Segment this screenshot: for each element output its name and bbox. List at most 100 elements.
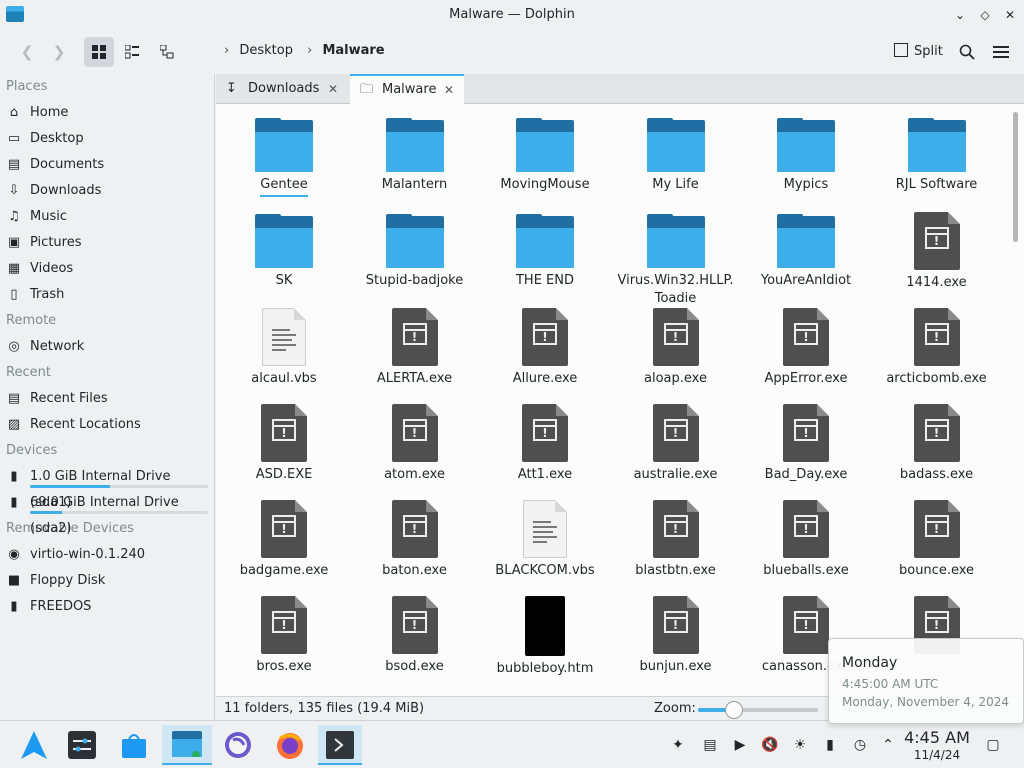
sidebar-item-videos[interactable]: ▦ Videos bbox=[0, 256, 214, 282]
sidebar-item-recent-locations[interactable]: ▨ Recent Locations bbox=[0, 412, 214, 438]
file-item[interactable]: 1414.exe bbox=[877, 212, 997, 292]
sidebar-item-floppy-disk[interactable]: ■ Floppy Disk bbox=[0, 568, 214, 594]
file-item[interactable]: ALERTA.exe bbox=[355, 308, 475, 388]
disk-usage-fill bbox=[30, 511, 63, 514]
sidebar-item-virtio-win-0-1-240[interactable]: ◉ virtio-win-0.1.240 bbox=[0, 542, 214, 568]
file-item[interactable]: badgame.exe bbox=[224, 500, 344, 580]
scrollbar-thumb[interactable] bbox=[1013, 112, 1018, 242]
back-button[interactable]: ❮ bbox=[12, 37, 42, 67]
folder-item[interactable]: RJL Software bbox=[877, 118, 997, 194]
folder-item[interactable]: Virus.Win32.HLLP. Toadie bbox=[616, 214, 736, 308]
file-item[interactable]: arcticbomb.exe bbox=[877, 308, 997, 388]
sidebar-item-pictures[interactable]: ▣ Pictures bbox=[0, 230, 214, 256]
file-item[interactable]: BLACKCOM.vbs bbox=[485, 500, 605, 580]
file-name-label: Mypics bbox=[783, 177, 829, 192]
sidebar-item-label: Recent Locations bbox=[30, 417, 141, 432]
file-item[interactable]: ASD.EXE bbox=[224, 404, 344, 484]
firefox-icon[interactable] bbox=[268, 725, 312, 765]
folder-item[interactable]: THE END bbox=[485, 214, 605, 290]
folder-item[interactable]: MovingMouse bbox=[485, 118, 605, 194]
sidebar-item-freedos[interactable]: ▮ FREEDOS bbox=[0, 594, 214, 620]
executable-icon bbox=[913, 500, 960, 558]
web-browser-icon[interactable] bbox=[216, 725, 260, 765]
sidebar-item-home[interactable]: ⌂ Home bbox=[0, 100, 214, 126]
file-item[interactable]: Allure.exe bbox=[485, 308, 605, 388]
sidebar-item-1-0-gib-internal-drive-sda1[interactable]: ▮ 1.0 GiB Internal Drive (sda1) bbox=[0, 464, 214, 510]
network-status-icon[interactable]: ◷ bbox=[850, 735, 870, 755]
breadcrumb-desktop[interactable]: Desktop bbox=[239, 43, 293, 58]
file-item[interactable]: bsod.exe bbox=[355, 596, 475, 676]
battery-icon[interactable]: ▮ bbox=[820, 735, 840, 755]
file-item[interactable]: AppError.exe bbox=[746, 308, 866, 388]
file-name-label: THE END bbox=[515, 273, 574, 288]
folder-item[interactable]: Malantern bbox=[355, 118, 475, 194]
folder-item[interactable]: Mypics bbox=[746, 118, 866, 194]
file-item[interactable]: bounce.exe bbox=[877, 500, 997, 580]
search-button[interactable] bbox=[952, 37, 982, 67]
downloads-icon: ⇩ bbox=[8, 183, 20, 198]
folder-item[interactable]: My Life bbox=[616, 118, 736, 194]
file-item[interactable]: aloap.exe bbox=[616, 308, 736, 388]
tooltip-time: 4:45:00 AM UTC bbox=[842, 677, 939, 691]
folder-item[interactable]: Gentee bbox=[224, 118, 344, 197]
file-item[interactable]: bros.exe bbox=[224, 596, 344, 676]
folder-item[interactable]: Stupid-badjoke bbox=[355, 214, 475, 290]
close-tab-icon[interactable]: ✕ bbox=[444, 76, 454, 104]
file-item[interactable]: atom.exe bbox=[355, 404, 475, 484]
kde-connect-icon[interactable]: ✦ bbox=[668, 735, 688, 755]
file-name-label: My Life bbox=[652, 177, 699, 192]
close-tab-icon[interactable]: ✕ bbox=[328, 74, 338, 104]
file-item[interactable]: bubbleboy.htm bbox=[485, 596, 605, 678]
maximize-icon[interactable]: ◇ bbox=[975, 5, 995, 25]
icons-view-button[interactable] bbox=[84, 37, 114, 67]
sidebar-item-music[interactable]: ♫ Music bbox=[0, 204, 214, 230]
file-item[interactable]: Bad_Day.exe bbox=[746, 404, 866, 484]
compact-view-button[interactable] bbox=[117, 37, 147, 67]
file-item[interactable]: baton.exe bbox=[355, 500, 475, 580]
sidebar-item-network[interactable]: ◎ Network bbox=[0, 334, 214, 360]
digital-clock[interactable]: 4:45 AM 11/4/24 bbox=[900, 729, 974, 763]
zoom-slider[interactable] bbox=[698, 708, 818, 712]
file-item[interactable]: bunjun.exe bbox=[616, 596, 736, 676]
file-item[interactable]: alcaul.vbs bbox=[224, 308, 344, 388]
minimize-icon[interactable]: ⌄ bbox=[950, 5, 970, 25]
details-view-button[interactable] bbox=[152, 37, 182, 67]
file-item[interactable]: blueballs.exe bbox=[746, 500, 866, 580]
media-player-icon[interactable]: ▶ bbox=[730, 735, 750, 755]
split-button[interactable]: Split bbox=[888, 37, 949, 67]
file-item[interactable]: badass.exe bbox=[877, 404, 997, 484]
tab-malware[interactable]: 🗀 Malware ✕ bbox=[350, 74, 464, 104]
brightness-icon[interactable]: ☀ bbox=[790, 735, 810, 755]
breadcrumb-malware[interactable]: Malware bbox=[322, 43, 384, 58]
sidebar-item-recent-files[interactable]: ▤ Recent Files bbox=[0, 386, 214, 412]
system-settings-icon[interactable] bbox=[60, 725, 104, 765]
forward-button[interactable]: ❯ bbox=[44, 37, 74, 67]
file-view[interactable]: Gentee Malantern MovingMouse My Life Mypics R… bbox=[216, 104, 1008, 696]
hamburger-menu-button[interactable] bbox=[986, 37, 1016, 67]
sidebar-item-desktop[interactable]: ▭ Desktop bbox=[0, 126, 214, 152]
sidebar-item-documents[interactable]: ▤ Documents bbox=[0, 152, 214, 178]
zoom-slider-handle[interactable] bbox=[725, 701, 743, 719]
vertical-scrollbar[interactable] bbox=[1008, 104, 1024, 696]
file-item[interactable]: australie.exe bbox=[616, 404, 736, 484]
application-launcher-icon[interactable] bbox=[12, 725, 56, 765]
sidebar-item-downloads[interactable]: ⇩ Downloads bbox=[0, 178, 214, 204]
clipboard-icon[interactable]: ▤ bbox=[700, 735, 720, 755]
volume-muted-icon[interactable]: 🔇 bbox=[760, 735, 780, 755]
sidebar-item-69-0-gib-internal-drive-sda2[interactable]: ▮ 69.0 GiB Internal Drive (sda2) bbox=[0, 490, 214, 536]
konsole-icon[interactable] bbox=[318, 725, 362, 765]
folder-item[interactable]: SK bbox=[224, 214, 344, 290]
tab-downloads[interactable]: ↧ Downloads ✕ bbox=[216, 74, 350, 104]
file-name-label: blueballs.exe bbox=[763, 563, 849, 578]
file-item[interactable]: Att1.exe bbox=[485, 404, 605, 484]
show-hidden-icons-icon[interactable]: ⌃ bbox=[878, 735, 898, 755]
close-icon[interactable]: ✕ bbox=[1000, 5, 1020, 25]
executable-icon bbox=[391, 308, 438, 366]
dolphin-taskbar-icon[interactable] bbox=[162, 725, 212, 765]
discover-store-icon[interactable] bbox=[112, 725, 156, 765]
file-item[interactable]: blastbtn.exe bbox=[616, 500, 736, 580]
executable-icon bbox=[652, 308, 699, 366]
folder-item[interactable]: YouAreAnIdiot bbox=[746, 214, 866, 290]
show-desktop-icon[interactable]: ▢ bbox=[983, 735, 1003, 755]
sidebar-item-trash[interactable]: ▯ Trash bbox=[0, 282, 214, 308]
